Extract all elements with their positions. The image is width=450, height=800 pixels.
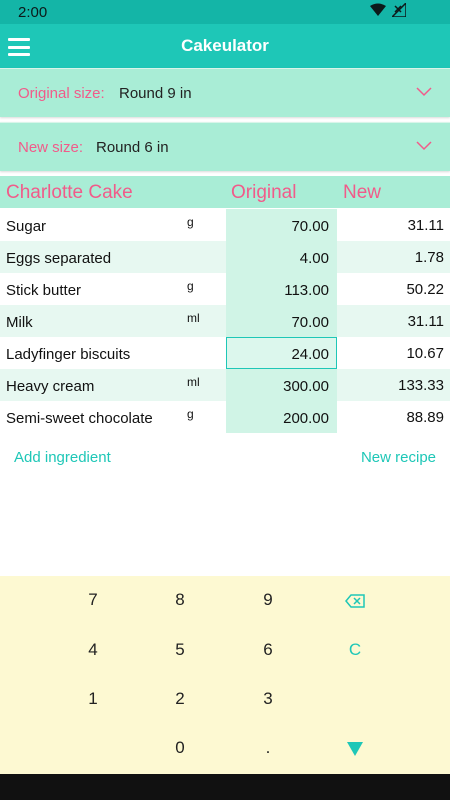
wifi-icon	[370, 3, 386, 16]
key-3[interactable]: 3	[224, 675, 312, 723]
original-amount-field[interactable]: 4.00	[226, 241, 337, 273]
key-1[interactable]: 1	[49, 675, 137, 723]
ingredient-name[interactable]: Heavy cream	[6, 378, 94, 395]
original-amount-field[interactable]: 300.00	[226, 369, 337, 401]
key-2[interactable]: 2	[136, 675, 224, 723]
key-7[interactable]: 7	[49, 576, 137, 624]
new-size-value: Round 6 in	[96, 139, 169, 156]
app-bar: Cakeulator	[0, 24, 450, 68]
original-size-dropdown[interactable]: Original size: Round 9 in	[0, 68, 450, 117]
table-row: Sugar g 70.00 31.11	[0, 209, 450, 241]
table-row: Milk ml 70.00 31.11	[0, 305, 450, 337]
key-4[interactable]: 4	[49, 626, 137, 674]
key-5[interactable]: 5	[136, 626, 224, 674]
decimal-key[interactable]: .	[224, 724, 312, 772]
original-amount-field[interactable]: 200.00	[226, 401, 337, 433]
ingredient-unit: g	[187, 279, 194, 293]
ingredient-name[interactable]: Ladyfinger biscuits	[6, 346, 130, 363]
new-recipe-button[interactable]: New recipe	[361, 449, 436, 466]
new-amount: 31.11	[407, 313, 444, 330]
new-amount: 1.78	[414, 249, 444, 266]
original-amount-field[interactable]: 70.00	[226, 209, 337, 241]
table-row: Ladyfinger biscuits 24.00 10.67	[0, 337, 450, 369]
new-amount: 10.67	[406, 345, 444, 362]
ingredient-unit: ml	[187, 311, 200, 325]
recipe-name[interactable]: Charlotte Cake	[6, 182, 133, 204]
new-amount: 133.33	[398, 377, 444, 394]
ingredient-name[interactable]: Eggs separated	[6, 250, 111, 267]
key-8[interactable]: 8	[136, 576, 224, 624]
original-amount-field[interactable]: 70.00	[226, 305, 337, 337]
clear-key[interactable]: C	[311, 626, 399, 674]
status-bar: 2:00	[0, 0, 450, 24]
ingredient-name[interactable]: Sugar	[6, 218, 46, 235]
backspace-key[interactable]	[311, 576, 399, 624]
key-0[interactable]: 0	[136, 724, 224, 772]
original-size-value: Round 9 in	[119, 85, 192, 102]
ingredient-unit: g	[187, 407, 194, 421]
table-row: Stick butter g 113.00 50.22	[0, 273, 450, 305]
original-size-label: Original size:	[18, 85, 105, 102]
app-title: Cakeulator	[181, 36, 269, 55]
chevron-down-icon	[416, 87, 432, 97]
ingredient-name[interactable]: Milk	[6, 314, 33, 331]
original-amount-field-selected[interactable]: 24.00	[226, 337, 337, 369]
table-header: Charlotte Cake Original New	[0, 176, 450, 208]
ingredient-table: Sugar g 70.00 31.11 Eggs separated 4.00 …	[0, 209, 450, 433]
signal-icon	[392, 3, 406, 17]
ingredient-name[interactable]: Stick butter	[6, 282, 81, 299]
triangle-down-icon	[347, 741, 363, 756]
new-amount: 50.22	[406, 281, 444, 298]
new-amount: 31.11	[407, 217, 444, 234]
new-size-dropdown[interactable]: New size: Round 6 in	[0, 122, 450, 171]
ingredient-unit: g	[187, 215, 194, 229]
original-amount-field[interactable]: 113.00	[226, 273, 337, 305]
new-size-label: New size:	[18, 139, 84, 156]
system-nav-bar	[0, 774, 450, 800]
add-ingredient-button[interactable]: Add ingredient	[14, 449, 111, 466]
table-row: Heavy cream ml 300.00 133.33	[0, 369, 450, 401]
table-row: Semi-sweet chocolate g 200.00 88.89	[0, 401, 450, 433]
status-time: 2:00	[18, 4, 48, 21]
ingredient-name[interactable]: Semi-sweet chocolate	[6, 410, 153, 427]
numeric-keypad: 7 8 9 4 5 6 C 1 2 3 0 .	[0, 576, 450, 774]
new-column-header: New	[343, 182, 382, 203]
key-9[interactable]: 9	[224, 576, 312, 624]
table-row: Eggs separated 4.00 1.78	[0, 241, 450, 273]
new-amount: 88.89	[406, 409, 444, 426]
next-key[interactable]	[311, 724, 399, 772]
chevron-down-icon	[416, 141, 432, 151]
key-6[interactable]: 6	[224, 626, 312, 674]
backspace-icon	[345, 593, 365, 608]
original-column-header: Original	[231, 182, 297, 203]
ingredient-unit: ml	[187, 375, 200, 389]
